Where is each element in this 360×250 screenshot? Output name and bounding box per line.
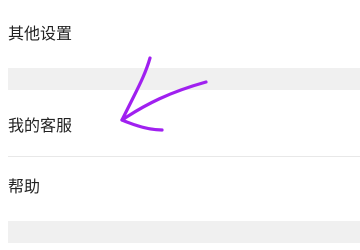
menu-item-my-customer-service[interactable]: 我的客服 xyxy=(0,90,360,156)
section-gap xyxy=(8,68,360,90)
settings-list: 其他设置 我的客服 帮助 xyxy=(0,0,360,250)
menu-item-help[interactable]: 帮助 xyxy=(0,157,360,221)
menu-item-other-settings[interactable]: 其他设置 xyxy=(0,0,360,68)
menu-item-label: 其他设置 xyxy=(8,24,73,43)
section-gap xyxy=(8,221,360,243)
menu-item-label: 我的客服 xyxy=(8,116,73,135)
menu-item-label: 帮助 xyxy=(8,177,41,196)
